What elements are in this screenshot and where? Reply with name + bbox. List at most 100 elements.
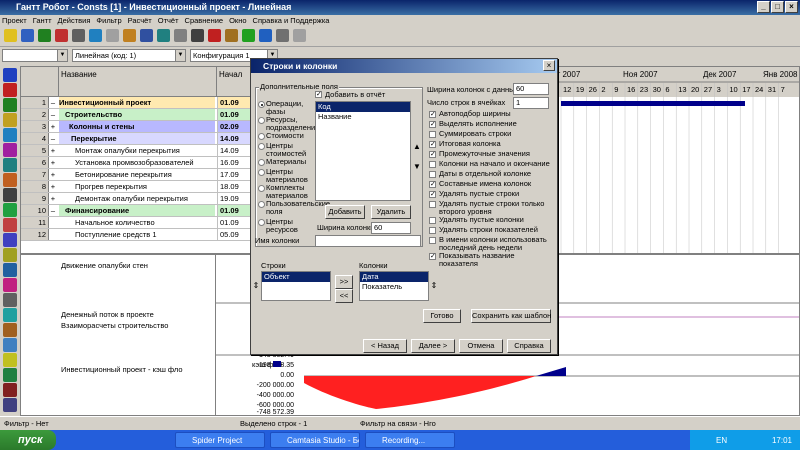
source-radio[interactable] (258, 201, 265, 208)
side-tool-18-icon[interactable] (3, 338, 17, 352)
list-item[interactable]: Название (316, 112, 410, 122)
task-spider-project[interactable]: Spider Project (175, 432, 265, 448)
option-checkbox[interactable]: ✓ (429, 111, 436, 118)
side-tool-11-icon[interactable] (3, 233, 17, 247)
side-tool-2-icon[interactable] (3, 98, 17, 112)
task-grid[interactable]: Название Начал 1 – Инвестиционный проект… (20, 66, 262, 254)
sort-icon[interactable] (174, 29, 187, 42)
menu-item-6[interactable]: Сравнение (185, 15, 224, 27)
list-item[interactable]: Дата (360, 272, 428, 282)
calc-icon[interactable] (225, 29, 238, 42)
option-checkbox[interactable]: ✓ (429, 121, 436, 128)
menu-item-1[interactable]: Гантт (33, 15, 52, 27)
link-icon[interactable] (191, 29, 204, 42)
table-row[interactable]: 7 + Бетонирование перекрытия 17.09 (21, 169, 261, 181)
option-checkbox[interactable] (429, 131, 436, 138)
rows-in-cell-input[interactable]: 1 (513, 97, 549, 109)
option-checkbox[interactable] (429, 237, 436, 244)
layout-icon[interactable] (276, 29, 289, 42)
delete-field-button[interactable]: Удалить (371, 205, 411, 219)
expand-toggle-icon[interactable]: + (49, 181, 57, 192)
cut-icon[interactable] (55, 29, 68, 42)
redo-icon[interactable] (123, 29, 136, 42)
list-item[interactable]: Код (316, 102, 410, 112)
columns-listbox[interactable]: Дата Показатель (359, 271, 429, 301)
next-button[interactable]: Далее > (411, 339, 455, 353)
start-button[interactable]: пуск (0, 430, 56, 450)
dialog-close-button[interactable]: × (543, 60, 555, 71)
expand-toggle-icon[interactable]: + (49, 169, 57, 180)
side-tool-22-icon[interactable] (3, 398, 17, 412)
save-template-button[interactable]: Сохранить как шаблон (471, 309, 551, 323)
table-row[interactable]: 6 + Установка промвозобразователей 16.09 (21, 157, 261, 169)
option-checkbox[interactable]: ✓ (429, 181, 436, 188)
minimize-button[interactable]: _ (757, 1, 770, 13)
side-tool-12-icon[interactable] (3, 248, 17, 262)
move-to-columns-button[interactable]: >> (335, 275, 353, 289)
side-tool-9-icon[interactable] (3, 203, 17, 217)
task-recording[interactable]: Recording... (365, 432, 455, 448)
expand-toggle-icon[interactable]: + (49, 121, 57, 132)
columns-reorder-icon[interactable]: ⇕ (429, 280, 439, 292)
table-row[interactable]: 5 + Монтаж опалубки перекрытия 14.09 (21, 145, 261, 157)
code-combo[interactable]: Линейная (код: 1) ▼ (72, 49, 186, 62)
add-field-button[interactable]: Добавить (325, 205, 365, 219)
side-tool-4-icon[interactable] (3, 128, 17, 142)
expand-toggle-icon[interactable]: + (49, 193, 57, 204)
undo-icon[interactable] (106, 29, 119, 42)
open-icon[interactable] (4, 29, 17, 42)
source-radio[interactable] (258, 185, 265, 192)
source-radio[interactable] (258, 133, 265, 140)
option-checkbox[interactable]: ✓ (429, 141, 436, 148)
menu-item-2[interactable]: Действия (58, 15, 91, 27)
table-row[interactable]: 11 Начальное количество 01.09 (21, 217, 261, 229)
side-tool-15-icon[interactable] (3, 293, 17, 307)
side-tool-19-icon[interactable] (3, 353, 17, 367)
help-button[interactable]: Справка (507, 339, 551, 353)
option-checkbox[interactable]: ✓ (429, 191, 436, 198)
move-to-rows-button[interactable]: << (335, 289, 353, 303)
paste-icon[interactable] (89, 29, 102, 42)
group-icon[interactable] (293, 29, 306, 42)
col-width-input[interactable]: 60 (371, 222, 411, 234)
data-col-width-input[interactable]: 60 (513, 83, 549, 95)
menu-item-4[interactable]: Расчёт (128, 15, 152, 27)
rows-reorder-icon[interactable]: ⇕ (251, 280, 261, 292)
menu-item-8[interactable]: Справка и Поддержка (253, 15, 330, 27)
side-tool-0-icon[interactable] (3, 68, 17, 82)
source-radio[interactable] (258, 143, 265, 150)
expand-toggle-icon[interactable]: + (49, 157, 57, 168)
table-row[interactable]: 4 – Перекрытие 14.09 (21, 133, 261, 145)
rows-listbox[interactable]: Объект (261, 271, 331, 301)
table-row[interactable]: 2 – Строительство 01.09 (21, 109, 261, 121)
language-indicator[interactable]: EN (716, 436, 727, 445)
copy-icon[interactable] (72, 29, 85, 42)
view-combo[interactable]: ▼ (2, 49, 68, 62)
option-checkbox[interactable] (429, 227, 436, 234)
side-tool-7-icon[interactable] (3, 173, 17, 187)
print-icon[interactable] (38, 29, 51, 42)
menu-item-5[interactable]: Отчёт (158, 15, 179, 27)
side-tool-13-icon[interactable] (3, 263, 17, 277)
col-name-input[interactable] (315, 235, 421, 247)
side-tool-17-icon[interactable] (3, 323, 17, 337)
table-row[interactable]: 10 – Финансирование 01.09 (21, 205, 261, 217)
fields-listbox[interactable]: Код Название (315, 101, 411, 201)
expand-toggle-icon[interactable]: – (49, 133, 57, 144)
side-tool-14-icon[interactable] (3, 278, 17, 292)
expand-toggle-icon[interactable]: – (49, 97, 57, 108)
table-row[interactable]: 8 + Прогрев перекрытия 18.09 (21, 181, 261, 193)
table-row[interactable]: 12 Поступление средств 1 05.09 (21, 229, 261, 241)
side-tool-3-icon[interactable] (3, 113, 17, 127)
side-tool-16-icon[interactable] (3, 308, 17, 322)
source-radio[interactable] (258, 117, 265, 124)
table-row[interactable]: 1 – Инвестиционный проект 01.09 (21, 97, 261, 109)
save-icon[interactable] (21, 29, 34, 42)
task-camtasia[interactable]: Camtasia Studio - Без... (270, 432, 360, 448)
side-tool-20-icon[interactable] (3, 368, 17, 382)
source-radio[interactable] (258, 101, 265, 108)
option-checkbox[interactable] (429, 171, 436, 178)
delete-icon[interactable] (208, 29, 221, 42)
menu-item-7[interactable]: Окно (229, 15, 246, 27)
zoom-icon[interactable] (140, 29, 153, 42)
